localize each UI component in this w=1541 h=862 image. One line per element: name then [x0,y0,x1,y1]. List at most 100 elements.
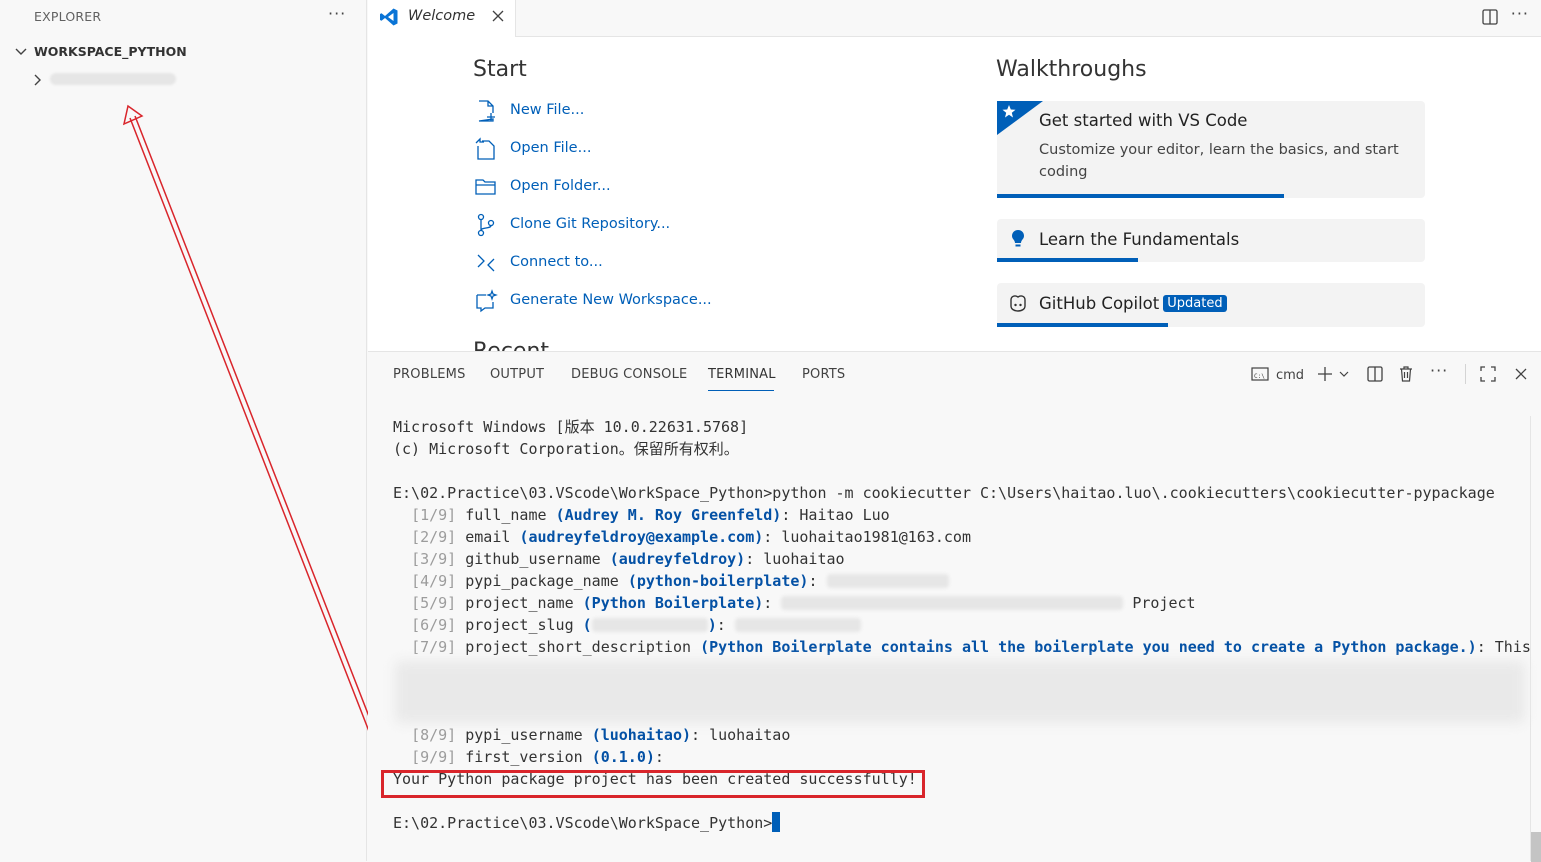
open-folder-icon [475,179,496,195]
prompt-line: [7/9] project_short_description (Python … [411,638,1531,656]
new-terminal-plus-icon[interactable] [1316,365,1334,383]
prompt-number: [6/9] [411,616,457,634]
redacted-description-block [395,661,1525,723]
new-file-icon [478,100,495,122]
chevron-down-icon[interactable] [1338,365,1350,383]
redacted-default [591,618,708,632]
explorer-more-actions-icon[interactable]: ··· [328,4,346,23]
close-panel-icon[interactable] [1512,365,1530,383]
maximize-panel-icon[interactable] [1479,365,1497,383]
prompt-answer: luohaitao [763,550,845,568]
split-editor-icon[interactable] [1481,8,1499,26]
redacted-answer [781,596,1124,610]
explorer-title: EXPLORER [34,9,102,24]
walkthrough-learn-fundamentals[interactable]: Learn the Fundamentals [997,219,1425,262]
prompt-number: [1/9] [411,506,457,524]
walkthrough-get-started[interactable]: Get started with VS Code Customize your … [997,101,1425,198]
walkthrough-description: Customize your editor, learn the basics,… [1039,142,1399,180]
git-clone-icon [477,213,495,237]
terminal-command-line: E:\02.Practice\03.VScode\WorkSpace_Pytho… [393,484,1495,502]
terminal-output[interactable]: Microsoft Windows [版本 10.0.22631.5768] (… [381,416,1531,861]
prompt-key: github_username [465,550,601,568]
open-file-label: Open File... [510,140,592,156]
prompt-line: [8/9] pypi_username (luohaitao): luohait… [411,726,791,744]
connect-to-label: Connect to... [510,254,603,270]
lightbulb-icon [1012,230,1024,247]
prompt-default: (audreyfeldroy) [609,550,746,568]
tab-label: Welcome [408,8,476,24]
prompt-key: full_name [465,506,547,524]
prompt-line: [4/9] pypi_package_name (python-boilerpl… [393,570,949,592]
start-heading: Start [473,57,527,82]
prompt-default: (luohaitao) [591,726,692,744]
explorer-folder-item[interactable] [32,70,232,90]
star-corner-icon [997,101,1043,135]
walkthrough-title: GitHub Copilot [1039,294,1160,313]
walkthrough-github-copilot[interactable]: GitHub Copilot Updated [997,283,1425,327]
panel-more-actions-icon[interactable]: ··· [1430,361,1448,380]
prompt-number: [8/9] [411,726,457,744]
editor-tab-bar: Welcome ··· [368,0,1541,37]
editor-more-actions-icon[interactable]: ··· [1511,4,1529,23]
terminal-scrollbar[interactable] [1531,832,1541,862]
prompt-line: [9/9] first_version (0.1.0): [411,748,664,766]
clone-git-label: Clone Git Repository... [510,216,671,232]
prompt-number: [4/9] [411,572,457,590]
tab-terminal[interactable]: TERMINAL [708,367,776,382]
walkthrough-progress-bar [997,323,1169,327]
prompt-default: (Python Boilerplate) [582,594,764,612]
terminal-cmd-icon: C:\ [1251,367,1269,381]
prompt-line: [3/9] github_username (audreyfeldroy): l… [411,550,845,568]
prompt-answer: luohaitao [709,726,791,744]
prompt-key: first_version [465,748,583,766]
welcome-page: Start New File... Open File... Open Fold… [368,37,1541,351]
open-folder-label: Open Folder... [510,178,611,194]
updated-badge: Updated [1163,295,1227,312]
prompt-answer: Project [1132,594,1196,612]
prompt-number: [3/9] [411,550,457,568]
prompt-default: (audreyfeldroy@example.com) [519,528,764,546]
redacted-folder-name [50,73,176,85]
prompt-default-end: ) [707,616,717,634]
close-icon[interactable] [491,9,505,23]
walkthroughs-heading: Walkthroughs [996,57,1147,82]
tab-ports[interactable]: PORTS [802,367,845,382]
final-prompt: E:\02.Practice\03.VScode\WorkSpace_Pytho… [393,814,773,832]
prompt-default: (Python Boilerplate contains all the boi… [700,638,1477,656]
generate-workspace-label: Generate New Workspace... [510,292,712,308]
trash-icon[interactable] [1397,365,1415,383]
split-terminal-icon[interactable] [1366,365,1384,383]
prompt-line: [1/9] full_name (Audrey M. Roy Greenfeld… [411,506,890,524]
tab-output[interactable]: OUTPUT [490,367,544,382]
terminal-shell-label[interactable]: cmd [1276,368,1304,383]
prompt-default: (0.1.0) [591,748,655,766]
tab-welcome[interactable]: Welcome [368,0,516,37]
redacted-answer [826,574,949,588]
svg-text:C:\: C:\ [1254,373,1265,380]
prompt-default: (Audrey M. Roy Greenfeld) [555,506,782,524]
tab-problems[interactable]: PROBLEMS [393,367,466,382]
terminal-cursor [772,812,781,832]
prompt-answer: luohaitao1981@163.com [781,528,971,546]
workspace-name: WORKSPACE_PYTHON [34,44,187,59]
prompt-default: ( [582,616,592,634]
walkthrough-title: Learn the Fundamentals [1039,230,1240,249]
copilot-icon [1010,295,1026,312]
prompt-key: project_short_description [465,638,692,656]
recent-heading-partial: Recent [473,339,549,351]
remote-connect-icon [477,254,495,272]
new-file-label: New File... [510,102,585,118]
sparkle-workspace-icon [476,289,498,313]
terminal-line: Microsoft Windows [版本 10.0.22631.5768] [393,418,749,436]
terminal-prompt-line: E:\02.Practice\03.VScode\WorkSpace_Pytho… [393,812,781,834]
walkthrough-title-row: GitHub Copilot Updated [1039,294,1227,313]
redacted-answer [734,618,861,632]
prompt-line: [2/9] email (audreyfeldroy@example.com):… [411,528,971,546]
prompt-number: [9/9] [411,748,457,766]
vscode-logo-icon [380,8,398,26]
chevron-down-icon [15,48,27,55]
prompt-answer: This [1494,638,1531,656]
tab-debug-console[interactable]: DEBUG CONSOLE [571,367,687,382]
walkthrough-title: Get started with VS Code [1039,111,1248,130]
open-file-icon [475,137,495,160]
